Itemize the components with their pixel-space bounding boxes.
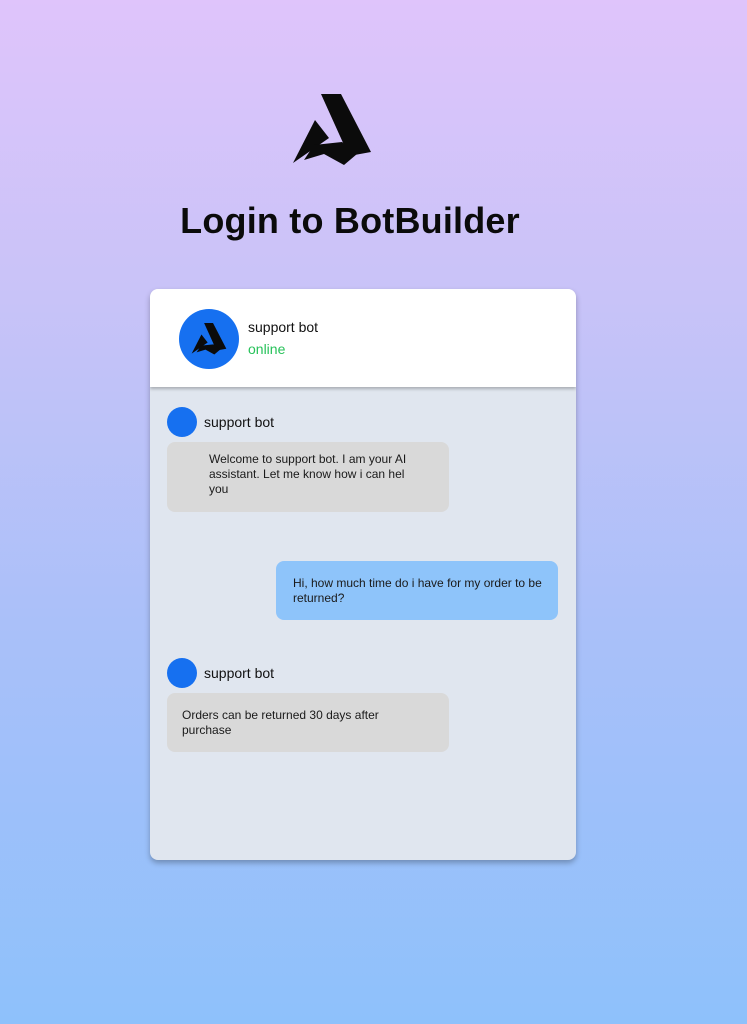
user-message-bubble: Hi, how much time do i have for my order… — [276, 561, 558, 620]
page-title: Login to BotBuilder — [180, 200, 520, 241]
sender-avatar — [167, 658, 197, 688]
bot-message-bubble: Orders can be returned 30 days after pur… — [167, 693, 449, 752]
sender-name: support bot — [204, 665, 275, 681]
botbuilder-logo-icon — [191, 323, 227, 355]
bot-message-bubble: Welcome to support bot. I am your AI ass… — [167, 442, 449, 512]
botbuilder-logo-icon — [293, 94, 371, 165]
chat-header-name: support bot — [248, 319, 319, 335]
chat-window: support bot online support bot Welcome t… — [150, 289, 576, 860]
chat-header: support bot online — [150, 289, 576, 387]
sender-avatar — [167, 407, 197, 437]
chat-status: online — [248, 341, 286, 357]
bot-avatar — [179, 309, 239, 369]
sender-name: support bot — [204, 414, 275, 430]
